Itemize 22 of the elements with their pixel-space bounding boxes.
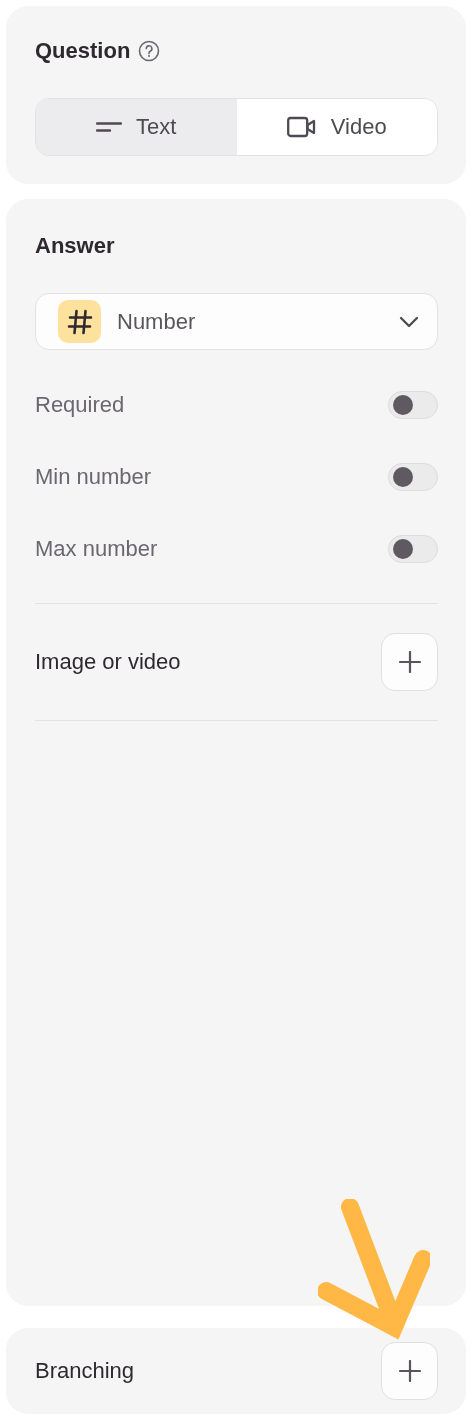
plus-icon [398,651,421,673]
media-label: Image or video [35,649,181,675]
section-title: Answer [35,232,115,260]
setting-label: Min number [35,464,152,490]
chevron-down-icon [399,315,419,328]
setting-label: Required [35,392,125,418]
hash-icon [58,300,101,343]
branching-label: Branching [35,1358,135,1384]
answer-type-dropdown[interactable]: Number [35,293,438,350]
setting-label: Max number [35,536,158,562]
toggle-switch[interactable] [388,535,438,563]
arrow-icon [318,1199,430,1339]
video-camera-icon [286,116,317,138]
add-button[interactable] [381,1342,438,1400]
help-icon[interactable] [138,40,161,62]
format-tab[interactable]: Text [36,99,237,155]
plus-icon [398,1360,421,1382]
toggle-switch[interactable] [388,391,438,419]
toggle-switch[interactable] [388,463,438,491]
lines-icon [96,122,123,132]
section-title: Question [35,37,131,65]
add-button[interactable] [381,633,438,691]
